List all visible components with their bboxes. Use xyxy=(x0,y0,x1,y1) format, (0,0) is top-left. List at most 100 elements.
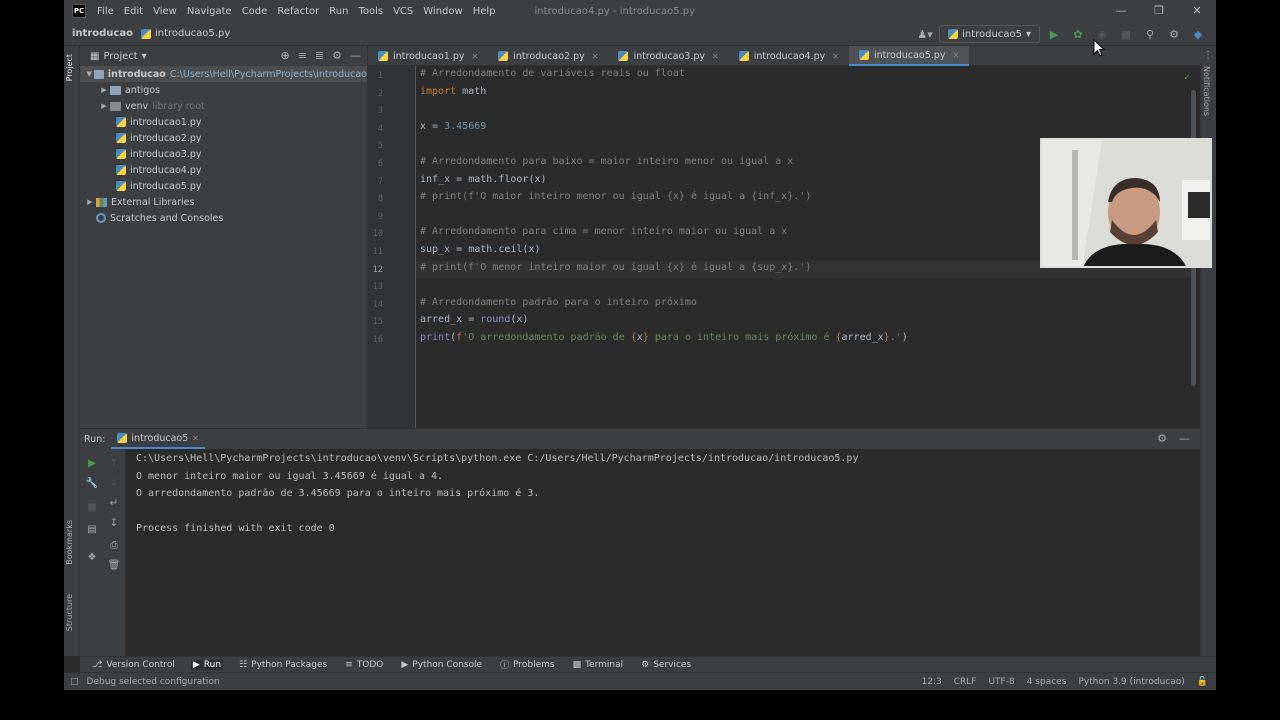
line-number[interactable]: 13 xyxy=(363,282,383,292)
code-line[interactable]: arred_x = round(x) xyxy=(420,314,528,325)
code-line[interactable]: print(f'O arredondamento padrão de {x} p… xyxy=(420,332,908,343)
menu-vcs[interactable]: VCS xyxy=(388,6,418,17)
debug-icon[interactable]: ✿ xyxy=(1068,24,1088,44)
run-configuration-select[interactable]: introducao5 ▾ xyxy=(939,25,1040,43)
tree-scratches[interactable]: Scratches and Consoles xyxy=(80,210,367,226)
line-number[interactable]: 14 xyxy=(363,300,383,310)
editor-tab[interactable]: introducao3.py ✕ xyxy=(608,46,728,66)
code-line[interactable]: inf_x = math.floor(x) xyxy=(420,174,547,185)
close-icon[interactable]: ✕ xyxy=(1178,0,1216,22)
collapse-all-icon[interactable]: ≣ xyxy=(315,49,324,62)
search-icon[interactable]: ⚲ xyxy=(1140,24,1160,44)
tree-item[interactable]: ▶ antigos xyxy=(80,82,367,98)
breadcrumb-file[interactable]: introducao5.py xyxy=(140,28,230,39)
code-line[interactable]: # Arredondamento padrão para o inteiro p… xyxy=(420,297,697,308)
line-number[interactable]: 16 xyxy=(363,335,383,345)
chevron-down-icon[interactable]: ▾ xyxy=(142,51,147,62)
tree-item[interactable]: introducao5.py xyxy=(80,178,367,194)
user-icon[interactable]: ♟▾ xyxy=(915,24,935,44)
locate-icon[interactable]: ⊕ xyxy=(280,49,289,62)
tool-window-python-console[interactable]: ▶ Python Console xyxy=(399,660,484,670)
tree-item[interactable]: introducao2.py xyxy=(80,130,367,146)
layout-icon[interactable]: ▤ xyxy=(84,521,100,537)
line-number[interactable]: 7 xyxy=(363,177,383,187)
project-panel-title[interactable]: Project xyxy=(103,51,137,62)
more-tabs-icon[interactable]: ⋮ xyxy=(1200,46,1216,66)
menu-help[interactable]: Help xyxy=(468,6,501,17)
scroll-up-icon[interactable]: ↑ xyxy=(106,455,122,471)
menu-navigate[interactable]: Navigate xyxy=(182,6,237,17)
project-tool-label[interactable]: Project xyxy=(65,54,74,81)
line-number[interactable]: 15 xyxy=(363,317,383,327)
code-line[interactable]: # Arredondamento para cima = menor intei… xyxy=(420,226,787,237)
tree-item[interactable]: introducao3.py xyxy=(80,146,367,162)
settings-gear-icon[interactable]: ⚙ xyxy=(1164,24,1184,44)
code-line[interactable]: # print(f'O maior inteiro menor ou igual… xyxy=(420,191,811,202)
line-number[interactable]: 1 xyxy=(363,71,383,81)
maximize-icon[interactable]: ❐ xyxy=(1140,0,1178,22)
code-line[interactable]: sup_x = math.ceil(x) xyxy=(420,244,541,255)
close-tab-icon[interactable]: ✕ xyxy=(952,51,959,60)
stop-icon[interactable]: ■ xyxy=(1116,24,1136,44)
tool-window-run[interactable]: ▶ Run xyxy=(190,659,224,670)
tool-window-python-packages[interactable]: ☷ Python Packages xyxy=(237,660,329,670)
close-tab-icon[interactable]: ✕ xyxy=(712,52,719,61)
caret-position[interactable]: 12:3 xyxy=(922,677,942,687)
menu-view[interactable]: View xyxy=(148,6,182,17)
tree-root-folder[interactable]: ▼ introducao C:\Users\Hell\PycharmProjec… xyxy=(80,66,367,82)
jetbrains-icon[interactable]: ◆ xyxy=(1188,24,1208,44)
bookmarks-tool-label[interactable]: Bookmarks xyxy=(65,520,74,565)
scroll-down-icon[interactable]: ↓ xyxy=(106,475,122,491)
tree-external-libraries[interactable]: ▶ External Libraries xyxy=(80,194,367,210)
tool-window-problems[interactable]: ⓘ Problems xyxy=(498,658,557,672)
chevron-right-icon[interactable]: ▶ xyxy=(98,102,110,110)
run-tab[interactable]: introducao5 ✕ xyxy=(111,429,205,449)
code-line[interactable]: import math xyxy=(420,86,486,97)
code-line[interactable]: # Arredondamento para baixo = maior inte… xyxy=(420,156,793,167)
close-tab-icon[interactable]: ✕ xyxy=(592,52,599,61)
line-number[interactable]: 11 xyxy=(363,247,383,257)
menu-file[interactable]: File xyxy=(92,6,119,17)
line-number[interactable]: 8 xyxy=(363,194,383,204)
wrench-icon[interactable]: 🔧 xyxy=(84,475,100,491)
tool-window-terminal[interactable]: ▩ Terminal xyxy=(571,660,626,670)
menu-edit[interactable]: Edit xyxy=(119,6,148,17)
menu-window[interactable]: Window xyxy=(418,6,467,17)
editor-tab[interactable]: introducao5.py ✕ xyxy=(848,46,970,66)
chevron-right-icon[interactable]: ▶ xyxy=(84,198,96,206)
tool-window-todo[interactable]: ≡ TODO xyxy=(343,660,385,670)
line-number[interactable]: 12 xyxy=(363,265,383,275)
line-number[interactable]: 4 xyxy=(363,124,383,134)
menu-run[interactable]: Run xyxy=(324,6,353,17)
notifications-tool-label[interactable]: Notifications xyxy=(1202,66,1211,116)
menu-tools[interactable]: Tools xyxy=(353,6,388,17)
python-interpreter[interactable]: Python 3.9 (introducao) xyxy=(1078,677,1184,687)
hide-icon[interactable]: — xyxy=(350,49,361,62)
editor-tab[interactable]: introducao2.py ✕ xyxy=(488,46,608,66)
indent-setting[interactable]: 4 spaces xyxy=(1027,677,1067,687)
code-line[interactable]: # print(f'O menor inteiro maior ou igual… xyxy=(420,262,811,273)
line-number[interactable]: 2 xyxy=(363,89,383,99)
inspection-ok-icon[interactable]: ✓ xyxy=(1184,72,1190,83)
line-separator[interactable]: CRLF xyxy=(954,677,977,687)
code-line[interactable]: x = 3.45669 xyxy=(420,121,486,132)
menu-refactor[interactable]: Refactor xyxy=(272,6,324,17)
gear-icon[interactable]: ⚙ xyxy=(1157,432,1167,445)
chevron-down-icon[interactable]: ▼ xyxy=(84,70,94,78)
expand-all-icon[interactable]: ≡ xyxy=(298,49,307,62)
tree-item[interactable]: ▶ venv library root xyxy=(80,98,367,114)
pin-icon[interactable]: ❖ xyxy=(84,549,100,565)
editor-tab[interactable]: introducao4.py ✕ xyxy=(729,46,849,66)
rerun-icon[interactable]: ▶ xyxy=(84,455,100,471)
stop-icon[interactable]: ■ xyxy=(84,499,100,515)
print-icon[interactable]: ⎙ xyxy=(106,537,122,553)
run-icon[interactable]: ▶ xyxy=(1044,24,1064,44)
close-tab-icon[interactable]: ✕ xyxy=(192,434,199,443)
line-number[interactable]: 6 xyxy=(363,159,383,169)
structure-tool-label[interactable]: Structure xyxy=(65,594,74,631)
close-tab-icon[interactable]: ✕ xyxy=(472,52,479,61)
tree-item[interactable]: introducao4.py xyxy=(80,162,367,178)
status-square-icon[interactable]: □ xyxy=(70,677,79,687)
tree-item[interactable]: introducao1.py xyxy=(80,114,367,130)
editor-tab[interactable]: introducao1.py ✕ xyxy=(368,46,488,66)
